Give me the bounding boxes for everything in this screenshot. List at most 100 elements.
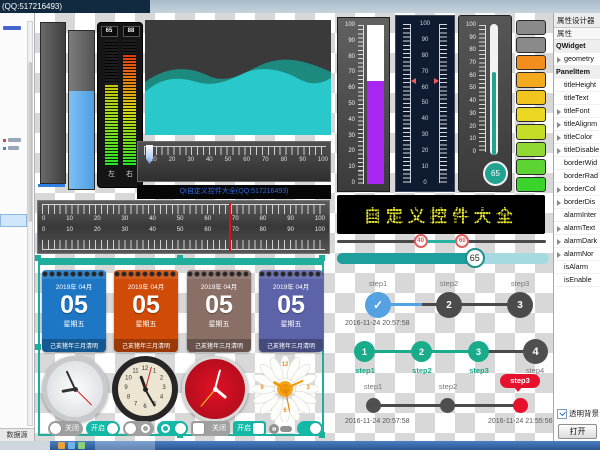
step-dot[interactable] — [440, 398, 455, 413]
clock-red — [182, 356, 248, 422]
property-designer-panel: 属性设计器 属性 QWidget geometry PanelItem titl… — [553, 13, 600, 441]
calendar-day: 05 — [114, 291, 178, 319]
toggle-on-small[interactable] — [297, 421, 323, 436]
toggle-on-ring[interactable] — [157, 421, 188, 436]
calendar-weekday: 星期五 — [42, 319, 106, 329]
property-row[interactable]: borderCol — [554, 183, 600, 196]
toggle-on-pill[interactable]: 开启 — [86, 421, 120, 436]
step-circle[interactable]: 3 — [468, 341, 489, 362]
toggle-knob — [107, 423, 118, 434]
scrollbar-thumb[interactable] — [28, 62, 32, 222]
property-row[interactable]: geometry — [554, 53, 600, 66]
vu-value-right: 88 — [123, 26, 140, 37]
calendar-widget: 2019年 04月 05 星期五 己亥猪年三月清明 — [259, 270, 323, 352]
property-row[interactable]: PanelItem — [554, 66, 600, 79]
property-row[interactable]: alarmNor — [554, 248, 600, 261]
toggle-off-ring[interactable] — [123, 421, 154, 436]
vu-column-right — [123, 40, 136, 166]
taskbar-app-icon[interactable] — [68, 442, 75, 449]
thermometer-ticks — [479, 25, 486, 152]
property-row[interactable]: isAlarm — [554, 261, 600, 274]
property-column-header: 属性 — [554, 28, 600, 40]
property-row[interactable]: titleText — [554, 92, 600, 105]
list-item[interactable] — [8, 138, 21, 142]
datasource-tab[interactable]: 数据源 — [0, 428, 34, 442]
list-item[interactable] — [3, 26, 21, 30]
property-row[interactable]: titleFont — [554, 105, 600, 118]
property-row[interactable]: titleHeight — [554, 79, 600, 92]
selection-handle[interactable] — [35, 344, 41, 350]
toggle-label: 关闭 — [212, 421, 226, 436]
property-row[interactable]: titleColor — [554, 131, 600, 144]
clock-center — [73, 387, 78, 392]
navy-scale-meter: 1009080706050403020100 — [395, 15, 455, 192]
calendar-month: 2019年 04月 — [114, 281, 178, 291]
wave-svg — [145, 20, 331, 135]
checkbox-label: 透明背景 — [569, 408, 599, 419]
ruler-position-indicator[interactable] — [229, 203, 231, 251]
scrollbar[interactable] — [27, 21, 33, 426]
property-row[interactable]: alarmDark — [554, 235, 600, 248]
progressbar-empty — [40, 22, 66, 184]
toggle-label: 开启 — [91, 421, 105, 436]
step-dot-active[interactable] — [513, 398, 528, 413]
selection-handle[interactable] — [177, 255, 183, 261]
step-circle[interactable]: 3 — [507, 292, 533, 318]
calendar-spiral — [114, 270, 178, 279]
step-date: 2016-11-24 20:57:58 — [345, 418, 409, 425]
property-row[interactable]: borderWid — [554, 157, 600, 170]
ruler-ticks-top — [42, 204, 325, 214]
widget-titlebar: Qt自定义控件大全(QQ:517216493) — [137, 185, 331, 199]
progress-slider-handle[interactable]: 65 — [465, 248, 485, 268]
list-item[interactable] — [8, 146, 19, 150]
thermometer-bulb: 65 — [483, 161, 508, 186]
list-item-selected[interactable] — [0, 214, 27, 227]
property-row[interactable]: titleDisable — [554, 144, 600, 157]
thermometer-scale: 1009080706050403020100 — [462, 22, 476, 155]
step-label: step2 — [399, 366, 445, 375]
vu-label-left: 左 — [105, 169, 118, 179]
step-badge: step3 — [500, 374, 540, 388]
step-label: step2 — [429, 279, 469, 288]
step-circle[interactable]: 2 — [411, 341, 432, 362]
property-row[interactable]: borderRad — [554, 170, 600, 183]
toggle-knob — [175, 423, 186, 434]
toggle-on-square[interactable]: 开启 — [233, 421, 266, 436]
calendar-lunar: 己亥猪年三月清明 — [114, 339, 178, 352]
property-row[interactable]: titleAlignm — [554, 118, 600, 131]
range-slider-handle-high[interactable]: 60 — [455, 234, 469, 248]
calendar-spiral — [187, 270, 251, 279]
ruler-numbers: 102030405060708090100 — [150, 157, 328, 163]
step-circle[interactable]: 4 — [523, 339, 548, 364]
property-row[interactable]: QWidget — [554, 40, 600, 53]
open-button[interactable]: 打开 — [558, 424, 597, 439]
selection-handle[interactable] — [35, 255, 41, 261]
clock-center — [143, 387, 148, 392]
property-row[interactable]: alarmText — [554, 222, 600, 235]
step-circle[interactable]: 2 — [436, 292, 462, 318]
calendar-month: 2019年 04月 — [42, 281, 106, 291]
range-slider-handle-low[interactable]: 40 — [414, 234, 428, 248]
property-row[interactable]: borderDis — [554, 196, 600, 209]
progress-slider: 65 — [337, 248, 549, 267]
toggle-off-pill[interactable]: 关闭 — [48, 421, 83, 436]
ruler-ticks-bottom — [42, 240, 325, 250]
step-dot[interactable] — [366, 398, 381, 413]
taskbar — [0, 441, 600, 450]
selection-handle[interactable] — [319, 255, 325, 261]
taskbar-app-icon[interactable] — [78, 442, 85, 449]
property-row[interactable]: isEnable — [554, 274, 600, 287]
transparent-background-checkbox[interactable]: 透明背景 — [557, 408, 599, 419]
calendar-spiral — [259, 270, 323, 279]
taskbar-active-task[interactable] — [95, 441, 155, 450]
taskbar-app-icon[interactable] — [58, 442, 65, 449]
vu-label-right: 右 — [123, 169, 136, 179]
toggle-key[interactable] — [269, 424, 293, 434]
step-circle-check[interactable]: ✓ — [365, 292, 391, 318]
toggle-off-square[interactable]: 关闭 — [191, 421, 230, 436]
taskbar-corner — [0, 441, 50, 450]
thermometer: 1009080706050403020100 65 — [458, 15, 512, 192]
property-row[interactable]: alarmInter — [554, 209, 600, 222]
calendar-day: 05 — [259, 291, 323, 319]
step-circle[interactable]: 1 — [354, 341, 375, 362]
